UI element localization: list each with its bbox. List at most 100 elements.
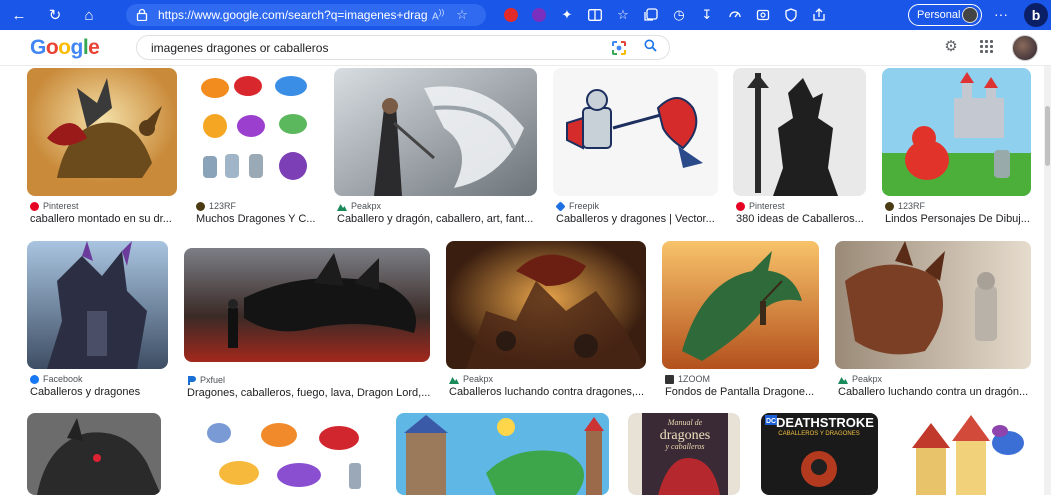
result-thumbnail[interactable]: [27, 413, 161, 495]
result-caption[interactable]: Caballeros y dragones: [30, 386, 171, 398]
svg-text:y caballeros: y caballeros: [664, 442, 704, 451]
result-caption[interactable]: Caballeros y dragones | Vector...: [556, 213, 721, 225]
download-icon[interactable]: ↧: [696, 4, 718, 26]
peakpx-icon: [337, 202, 347, 211]
result-source-label: 123RF: [209, 201, 237, 211]
url-text[interactable]: https://www.google.com/search?q=imagenes…: [158, 8, 428, 22]
result-thumbnail[interactable]: [179, 413, 379, 495]
result-caption[interactable]: 380 ideas de Caballeros...: [736, 213, 869, 225]
copilot-icon[interactable]: b: [1024, 3, 1048, 27]
search-input[interactable]: [151, 40, 591, 56]
history-icon[interactable]: ◷: [668, 4, 690, 26]
result-source-label: Peakpx: [351, 201, 382, 211]
result-thumbnail[interactable]: [184, 248, 430, 362]
adblock-extension-icon[interactable]: [500, 4, 522, 26]
settings-gear-icon[interactable]: ⚙: [942, 38, 960, 56]
puzzle-extensions-icon[interactable]: ✦: [556, 4, 578, 26]
result-caption[interactable]: Caballeros luchando contra dragones,...: [449, 386, 649, 398]
profile-button[interactable]: Personal: [908, 4, 982, 26]
address-bar[interactable]: https://www.google.com/search?q=imagenes…: [126, 4, 486, 26]
account-avatar[interactable]: [1012, 35, 1038, 61]
svg-text:DC: DC: [766, 418, 776, 425]
scrollbar-thumb[interactable]: [1045, 106, 1050, 166]
result-source[interactable]: 1ZOOM: [665, 374, 710, 384]
result-caption[interactable]: Muchos Dragones Y C...: [196, 213, 321, 225]
result-thumbnail[interactable]: [446, 241, 646, 369]
result-source[interactable]: 123RF: [885, 201, 925, 211]
svg-text:DEATHSTROKE: DEATHSTROKE: [776, 415, 874, 430]
result-source[interactable]: Pxfuel: [187, 375, 225, 385]
browser-essentials-icon[interactable]: [780, 4, 802, 26]
svg-text:CABALLEROS Y DRAGONES: CABALLEROS Y DRAGONES: [778, 431, 859, 437]
google-header: Google ⚙: [0, 30, 1051, 66]
screenshot-icon[interactable]: [752, 4, 774, 26]
svg-text:dragones: dragones: [660, 428, 711, 443]
google-logo-letter: e: [88, 36, 100, 59]
profile-avatar: [962, 7, 978, 23]
result-source[interactable]: Peakpx: [337, 201, 381, 211]
favorite-star-icon[interactable]: ☆: [456, 7, 468, 23]
pxfuel-icon: [187, 375, 196, 385]
123rf-icon: [885, 201, 894, 211]
google-logo-letter: o: [45, 36, 59, 59]
result-thumbnail[interactable]: [27, 68, 177, 196]
123rf-icon: [196, 201, 205, 211]
result-caption[interactable]: Fondos de Pantalla Dragone...: [665, 386, 822, 398]
result-source[interactable]: 123RF: [196, 201, 236, 211]
result-caption[interactable]: caballero montado en su dr...: [30, 213, 180, 225]
result-source[interactable]: Peakpx: [838, 374, 882, 384]
facebook-icon: [30, 374, 39, 384]
result-thumbnail[interactable]: [733, 68, 866, 196]
result-thumbnail[interactable]: [896, 413, 1031, 495]
result-caption[interactable]: Dragones, caballeros, fuego, lava, Drago…: [187, 387, 433, 399]
result-source[interactable]: Peakpx: [449, 374, 493, 384]
search-icon[interactable]: [641, 39, 659, 57]
result-source-label: Freepik: [569, 201, 600, 211]
collections-icon[interactable]: [640, 4, 662, 26]
favorites-list-icon[interactable]: ☆: [612, 4, 634, 26]
result-thumbnail[interactable]: [662, 241, 819, 369]
result-source-label: Peakpx: [463, 374, 494, 384]
result-thumbnail[interactable]: Manual de dragones y caballeros: [628, 413, 740, 495]
result-source[interactable]: Pinterest: [30, 201, 79, 211]
result-thumbnail[interactable]: DC DEATHSTROKE CABALLEROS Y DRAGONES: [761, 413, 878, 495]
result-source[interactable]: Freepik: [555, 200, 600, 212]
performance-icon[interactable]: [724, 4, 746, 26]
result-thumbnail[interactable]: [334, 68, 537, 196]
lock-icon: [136, 8, 150, 22]
result-thumbnail[interactable]: [882, 68, 1031, 196]
back-arrow-icon[interactable]: ←: [8, 4, 30, 26]
share-icon[interactable]: [808, 4, 830, 26]
result-thumbnail[interactable]: [553, 68, 718, 196]
peakpx-icon: [449, 375, 459, 384]
profile-label: Personal: [917, 9, 961, 21]
read-aloud-label: A: [432, 11, 439, 23]
result-thumbnail[interactable]: [27, 241, 168, 369]
google-apps-icon[interactable]: [978, 38, 996, 56]
result-source-label: Pinterest: [43, 201, 79, 211]
result-thumbnail[interactable]: [396, 413, 609, 495]
result-thumbnail[interactable]: [193, 68, 318, 196]
read-aloud-icon[interactable]: A)): [432, 7, 444, 22]
result-caption[interactable]: Caballero y dragón, caballero, art, fant…: [337, 213, 540, 225]
google-logo[interactable]: Google: [30, 36, 100, 60]
more-menu-icon[interactable]: ···: [992, 4, 1010, 26]
search-box[interactable]: [136, 35, 670, 60]
refresh-icon[interactable]: ↻: [44, 4, 66, 26]
pinterest-icon: [30, 201, 39, 211]
peakpx-icon: [838, 375, 848, 384]
google-logo-letter: g: [70, 36, 84, 59]
home-icon[interactable]: ⌂: [78, 4, 100, 26]
google-lens-icon[interactable]: [611, 40, 627, 56]
result-thumbnail[interactable]: [835, 241, 1031, 369]
result-source[interactable]: Pinterest: [736, 201, 785, 211]
purple-extension-icon[interactable]: [528, 4, 550, 26]
freepik-icon: [555, 200, 566, 212]
result-caption[interactable]: Lindos Personajes De Dibuj...: [885, 213, 1034, 225]
result-caption[interactable]: Caballero luchando contra un dragón...: [838, 386, 1034, 398]
result-source-label: Pinterest: [749, 201, 785, 211]
result-source[interactable]: Facebook: [30, 374, 83, 384]
google-logo-letter: G: [30, 36, 46, 59]
split-screen-icon[interactable]: [584, 4, 606, 26]
page-scrollbar[interactable]: [1044, 66, 1051, 495]
